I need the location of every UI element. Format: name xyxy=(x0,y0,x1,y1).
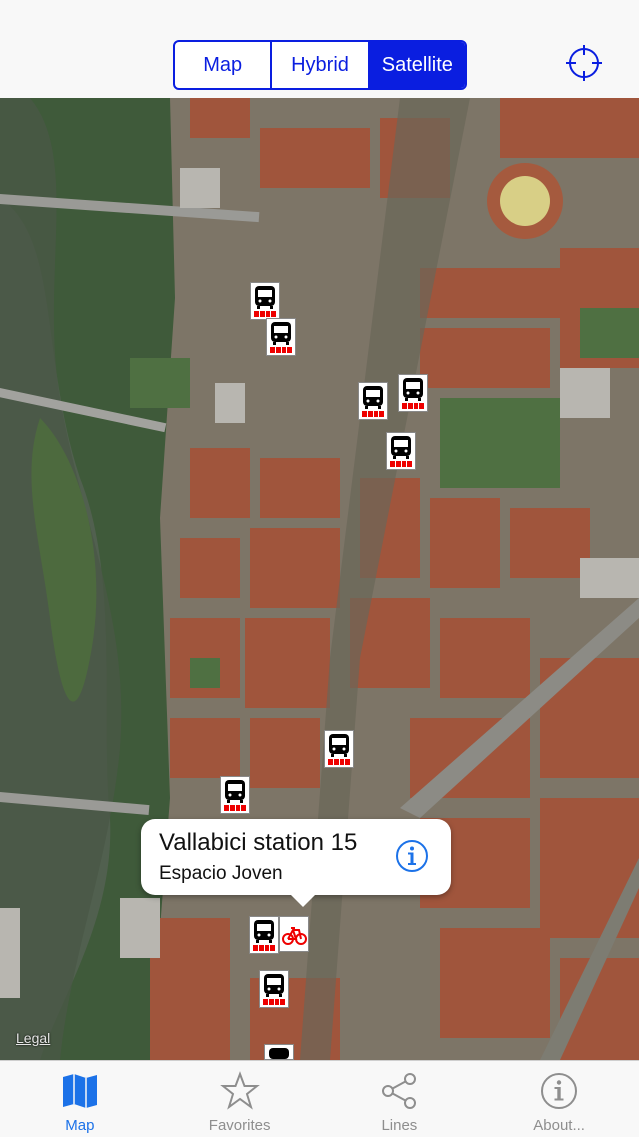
info-icon[interactable] xyxy=(395,839,429,873)
bus-icon xyxy=(269,1048,289,1059)
satellite-map[interactable] xyxy=(0,98,639,1060)
station-callout[interactable]: Vallabici station 15 Espacio Joven xyxy=(141,819,451,907)
tab-map[interactable]: Map xyxy=(0,1061,160,1137)
bus-stop-marker[interactable] xyxy=(398,374,428,412)
bus-stop-marker[interactable] xyxy=(324,730,354,768)
segment-satellite[interactable]: Satellite xyxy=(369,42,465,88)
bus-icon xyxy=(271,322,291,345)
tab-favorites[interactable]: Favorites xyxy=(160,1061,320,1137)
bus-stop-marker[interactable] xyxy=(266,318,296,356)
legal-link[interactable]: Legal xyxy=(16,1030,50,1046)
bus-stop-marker[interactable] xyxy=(259,970,289,1008)
bicycle-icon xyxy=(282,927,307,945)
map-type-segmented-control: Map Hybrid Satellite xyxy=(173,40,467,90)
bus-icon xyxy=(329,734,349,757)
tab-label: Map xyxy=(65,1117,95,1134)
star-icon xyxy=(219,1071,260,1116)
map-icon xyxy=(60,1071,100,1116)
tab-label: Lines xyxy=(381,1117,418,1134)
callout-title: Vallabici station 15 xyxy=(159,829,358,856)
bus-icon xyxy=(225,780,245,803)
tab-about[interactable]: About... xyxy=(479,1061,639,1137)
satellite-imagery xyxy=(0,98,639,1060)
share-icon xyxy=(379,1071,419,1116)
tab-label: About... xyxy=(533,1117,585,1134)
bus-icon xyxy=(403,378,423,401)
tab-lines[interactable]: Lines xyxy=(320,1061,480,1137)
info-icon xyxy=(539,1071,579,1116)
bus-icon xyxy=(254,920,274,943)
segment-map[interactable]: Map xyxy=(175,42,273,88)
bus-stop-marker[interactable] xyxy=(386,432,416,470)
bike-station-marker[interactable] xyxy=(279,916,309,952)
bus-icon xyxy=(255,286,275,309)
top-bar: Map Hybrid Satellite xyxy=(0,0,639,99)
bus-stop-marker[interactable] xyxy=(250,282,280,320)
bus-icon xyxy=(363,386,383,409)
crosshair-icon[interactable] xyxy=(566,45,602,81)
tab-label: Favorites xyxy=(208,1117,271,1134)
segment-hybrid[interactable]: Hybrid xyxy=(272,42,370,88)
bus-icon xyxy=(391,436,411,459)
tab-bar: Map Favorites Lines About... xyxy=(0,1060,639,1137)
bus-stop-marker[interactable] xyxy=(249,916,279,954)
bus-icon xyxy=(264,974,284,997)
bus-stop-marker[interactable] xyxy=(220,776,250,814)
callout-subtitle: Espacio Joven xyxy=(159,863,283,884)
bus-stop-marker[interactable] xyxy=(358,382,388,420)
bus-stop-marker[interactable] xyxy=(264,1044,294,1060)
